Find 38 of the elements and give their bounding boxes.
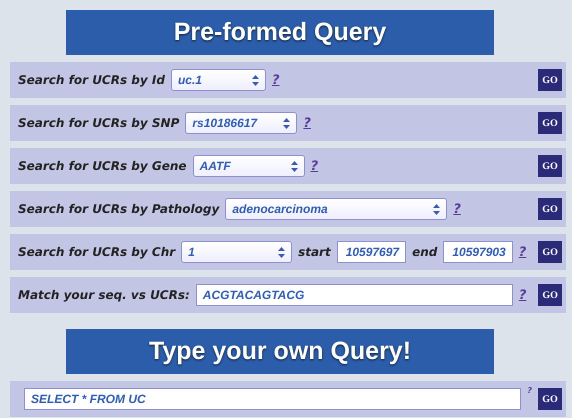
spinner-icon [278,246,286,258]
field-label: end [412,245,438,259]
help-link[interactable]: ? [518,288,526,302]
field-label: Search for UCRs by Chr [18,245,176,259]
dropdown[interactable]: AATF [192,155,305,177]
field-label: Search for UCRs by Gene [18,159,187,173]
go-button[interactable]: GO [538,284,562,306]
spinner-icon [283,118,290,128]
field-label: Search for UCRs by Pathology [18,202,220,216]
field-label: Match your seq. vs UCRs: [18,288,190,302]
query-field[interactable]: SELECT * FROM UC [24,388,522,410]
go-button[interactable]: GO [538,198,562,220]
go-button[interactable]: GO [538,112,562,134]
go-button[interactable]: GO [538,241,562,263]
section-title: Pre-formed Query [66,10,494,55]
end-field[interactable]: 10597903 [443,241,513,263]
dropdown[interactable]: uc.1 [170,69,266,91]
go-button[interactable]: GO [538,155,562,177]
field-label: start [298,245,331,259]
help-link[interactable]: ? [303,116,311,130]
spinner-icon [252,74,259,86]
section-title: Type your own Query! [66,329,494,374]
help-link[interactable]: ? [310,158,318,174]
help-link[interactable]: ? [272,72,280,88]
dropdown[interactable]: rs10186617 [185,112,298,134]
go-button[interactable]: GO [538,69,562,91]
spinner-icon [290,160,298,172]
dropdown[interactable]: adenocarcinoma [225,198,448,220]
dropdown[interactable]: 1 [181,241,292,263]
go-button[interactable]: GO [538,388,562,410]
help-link[interactable]: ? [518,244,526,260]
spinner-icon [433,204,440,214]
start-field[interactable]: 10597697 [336,241,406,263]
field-label: Search for UCRs by Id [18,73,165,87]
field-label: Search for UCRs by SNP [18,116,180,130]
help-link[interactable]: ? [527,386,532,395]
help-link[interactable]: ? [453,202,461,216]
sequence-field[interactable]: ACGTACAGTACG [196,284,513,306]
